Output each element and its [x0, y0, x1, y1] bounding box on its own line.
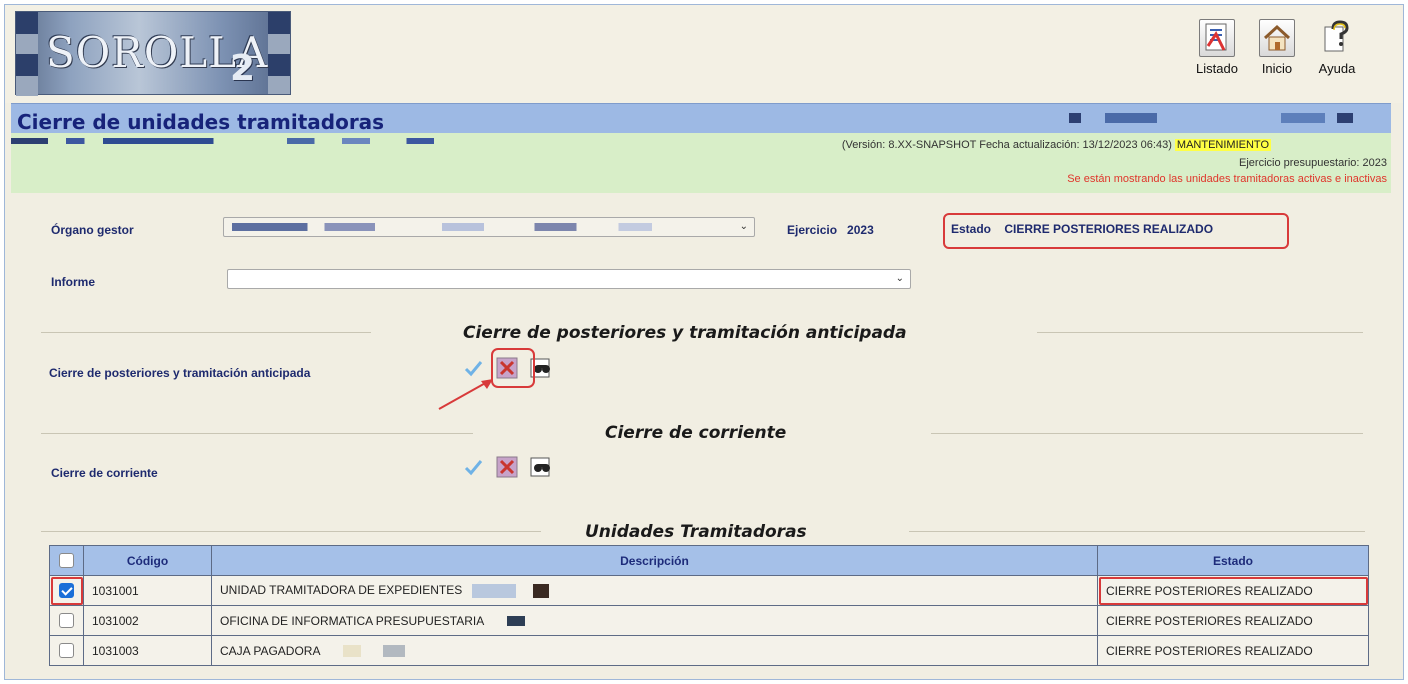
redacted-block — [471, 583, 516, 598]
report-list-icon — [1199, 19, 1235, 57]
informe-label: Informe — [51, 275, 96, 289]
redacted-block — [506, 616, 525, 627]
row-checkbox[interactable] — [59, 643, 74, 659]
estado-highlight — [943, 213, 1289, 249]
warning-text: Se están mostrando las unidades tramitad… — [1067, 173, 1387, 185]
ayuda-button[interactable]: Ayuda — [1311, 19, 1363, 76]
section-title-unidades: Unidades Tramitadoras — [585, 522, 807, 542]
organo-gestor-select[interactable]: ⌄ — [223, 217, 755, 237]
logo-suffix: 2 — [230, 48, 256, 89]
annotation-arrow — [438, 379, 493, 410]
table-row[interactable]: 1031002 OFICINA DE INFORMATICA PRESUPUES… — [49, 605, 1369, 636]
help-icon — [1319, 19, 1355, 57]
estado-cell: CIERRE POSTERIORES REALIZADO — [1097, 605, 1369, 636]
redacted-block — [343, 645, 362, 658]
corriente-actions — [461, 455, 553, 479]
page-title: Cierre de unidades tramitadoras — [17, 110, 385, 134]
descripcion-text: UNIDAD TRAMITADORA DE EXPEDIENTES — [220, 583, 463, 598]
informe-select[interactable]: ⌄ — [227, 269, 911, 289]
divider — [41, 433, 473, 434]
table-row[interactable]: 1031001 UNIDAD TRAMITADORA DE EXPEDIENTE… — [49, 575, 1369, 606]
divider — [1037, 332, 1363, 333]
top-toolbar: Listado Inicio Ayuda — [1191, 19, 1363, 76]
posteriores-row-label: Cierre de posteriores y tramitación anti… — [49, 366, 311, 380]
inicio-label: Inicio — [1261, 61, 1293, 76]
redacted-block — [532, 583, 549, 598]
divider — [931, 433, 1363, 434]
ejercicio-presupuestario: Ejercicio presupuestario: 2023 — [1239, 157, 1387, 169]
app-logo: SOROLLA 2 — [15, 11, 291, 96]
organo-gestor-label: Órgano gestor — [51, 223, 134, 237]
redacted-block — [1105, 113, 1157, 123]
select-all-checkbox[interactable] — [59, 553, 74, 569]
redacted-block — [1069, 113, 1081, 123]
ayuda-label: Ayuda — [1318, 61, 1356, 76]
unidades-table: Código Descripción Estado 1031001 UNIDAD… — [49, 545, 1369, 666]
divider — [41, 332, 371, 333]
descripcion-text: OFICINA DE INFORMATICA PRESUPUESTARIA — [220, 613, 484, 628]
descripcion-text: CAJA PAGADORA — [220, 643, 320, 658]
version-bar: (Versión: 8.XX-SNAPSHOT Fecha actualizac… — [11, 133, 1391, 193]
header: SOROLLA 2 Listado Inicio Ayuda — [5, 5, 1403, 103]
row-select-cell[interactable] — [49, 605, 84, 636]
listado-button[interactable]: Listado — [1191, 19, 1243, 76]
redacted-value — [232, 223, 652, 231]
redacted-block — [1337, 113, 1353, 123]
listado-label: Listado — [1196, 61, 1238, 76]
codigo-cell: 1031002 — [83, 605, 212, 636]
col-codigo[interactable]: Código — [83, 545, 212, 576]
redacted-block — [1281, 113, 1325, 123]
row-checkbox[interactable] — [59, 583, 74, 599]
ejercicio-value: 2023 — [847, 223, 874, 237]
estado-cell: CIERRE POSTERIORES REALIZADO — [1097, 575, 1369, 606]
mode-badge: MANTENIMIENTO — [1174, 139, 1271, 151]
home-icon — [1259, 19, 1295, 57]
row-select-cell[interactable] — [49, 635, 84, 666]
app-frame: SOROLLA 2 Listado Inicio Ayuda Cierre de… — [4, 4, 1404, 680]
undo-close-icon[interactable] — [495, 455, 519, 479]
search-binoculars-icon[interactable] — [529, 455, 553, 479]
section-title-posteriores: Cierre de posteriores y tramitación anti… — [463, 323, 907, 343]
chevron-down-icon: ⌄ — [895, 273, 904, 284]
title-bar: Cierre de unidades tramitadoras — [11, 103, 1391, 134]
ejercicio-label: Ejercicio 2023 — [787, 223, 874, 237]
corriente-row-label: Cierre de corriente — [51, 466, 158, 480]
ejercicio-label-text: Ejercicio — [787, 223, 838, 237]
estado-cell: CIERRE POSTERIORES REALIZADO — [1097, 635, 1369, 666]
codigo-cell: 1031001 — [83, 575, 212, 606]
col-estado[interactable]: Estado — [1097, 545, 1369, 576]
version-text: (Versión: 8.XX-SNAPSHOT Fecha actualizac… — [841, 139, 1172, 151]
descripcion-cell: OFICINA DE INFORMATICA PRESUPUESTARIA — [211, 605, 1098, 636]
descripcion-cell: CAJA PAGADORA — [211, 635, 1098, 666]
descripcion-cell: UNIDAD TRAMITADORA DE EXPEDIENTES — [211, 575, 1098, 606]
section-title-corriente: Cierre de corriente — [605, 423, 787, 443]
row-checkbox[interactable] — [59, 613, 74, 629]
divider — [909, 531, 1365, 532]
codigo-cell: 1031003 — [83, 635, 212, 666]
version-info: (Versión: 8.XX-SNAPSHOT Fecha actualizac… — [842, 139, 1271, 151]
select-all-header[interactable] — [49, 545, 84, 576]
redacted-breadcrumb — [11, 138, 471, 144]
chevron-down-icon: ⌄ — [739, 221, 748, 232]
redacted-block — [382, 645, 405, 658]
inicio-button[interactable]: Inicio — [1251, 19, 1303, 76]
divider — [41, 531, 541, 532]
check-close-icon[interactable] — [461, 455, 485, 479]
table-header-row: Código Descripción Estado — [49, 545, 1369, 576]
row-select-cell[interactable] — [49, 575, 84, 606]
table-row[interactable]: 1031003 CAJA PAGADORA CIERRE POSTERIORES… — [49, 635, 1369, 666]
col-descripcion[interactable]: Descripción — [211, 545, 1098, 576]
